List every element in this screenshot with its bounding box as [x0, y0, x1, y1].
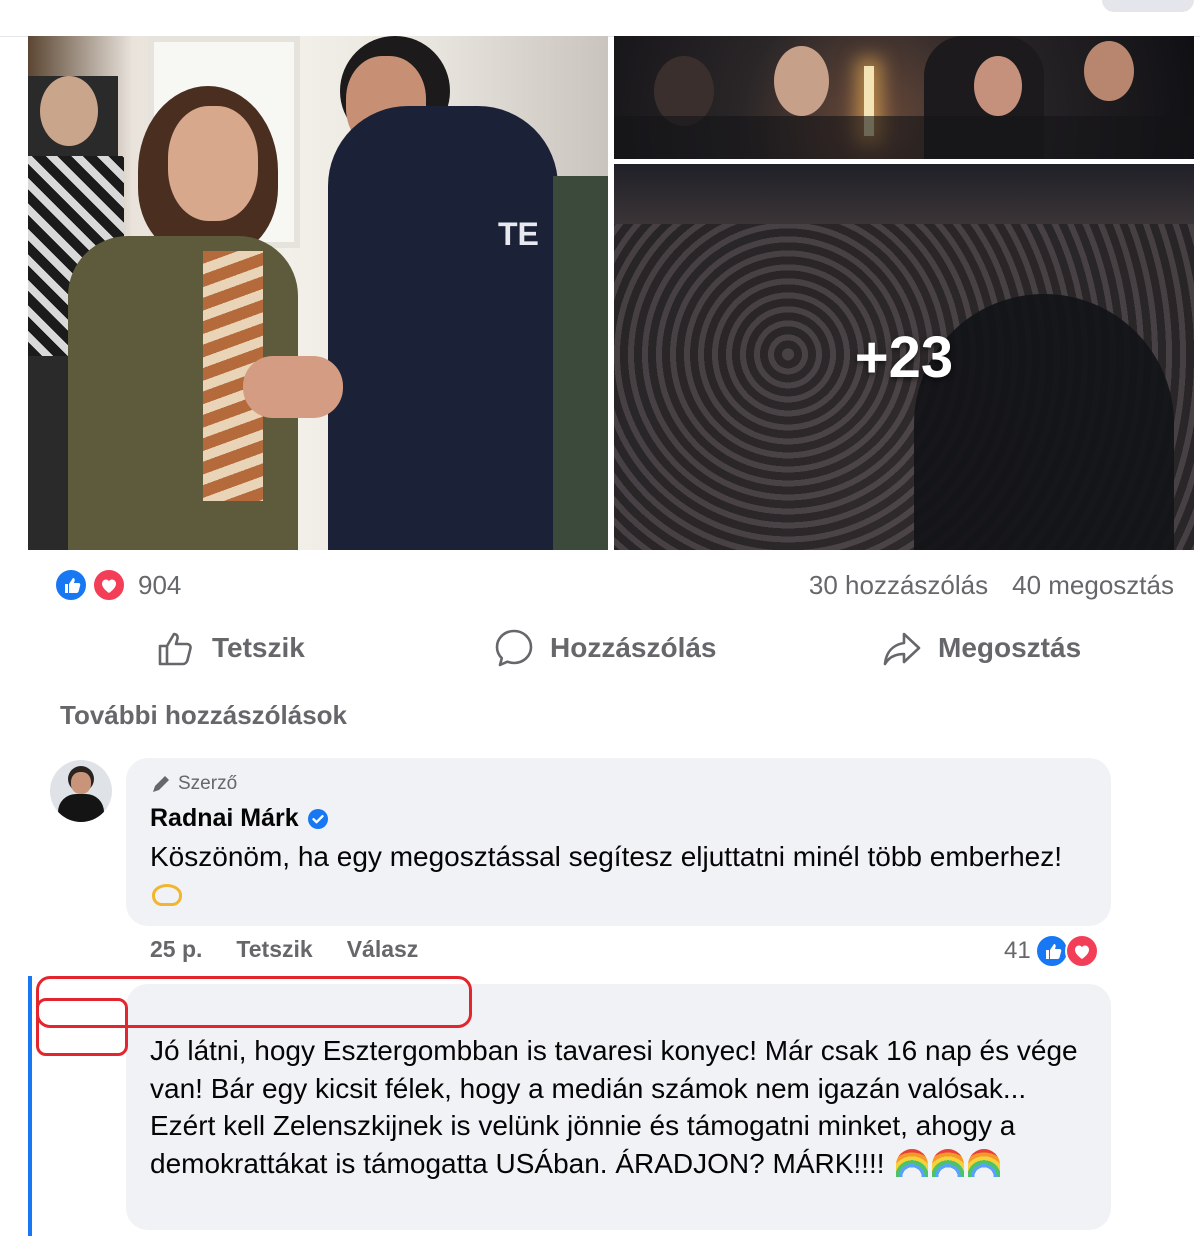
redaction-box-avatar — [36, 998, 128, 1056]
comment-timestamp[interactable]: 25 p. — [150, 936, 202, 963]
comment-author[interactable]: Radnai Márk — [150, 804, 329, 833]
comment-text: Köszönöm, ha egy megosztással segítesz e… — [150, 838, 1080, 914]
more-photos-count[interactable]: +23 — [614, 164, 1194, 550]
post-stats: 904 30 hozzászólás 40 megosztás — [54, 566, 1174, 604]
comment-text: Jó látni, hogy Esztergombban is tavaresi… — [150, 1032, 1090, 1182]
author-badge-label: Szerző — [178, 773, 238, 794]
comments-count[interactable]: 30 hozzászólás — [809, 570, 988, 600]
comment-like-link[interactable]: Tetszik — [236, 936, 312, 963]
comment-share-stats: 30 hozzászólás 40 megosztás — [809, 570, 1174, 601]
comment-reactions[interactable]: 41 — [1004, 932, 1099, 970]
share-button-label: Megosztás — [938, 632, 1082, 663]
like-icon — [1034, 934, 1069, 968]
comment-button[interactable]: Hozzászólás — [492, 620, 717, 676]
rainbow-emoji — [968, 1148, 1001, 1177]
top-pill-button[interactable] — [1102, 0, 1194, 12]
shares-count[interactable]: 40 megosztás — [1012, 570, 1174, 600]
thumbs-up-icon — [158, 632, 192, 666]
photo-night-rally[interactable]: +23 — [614, 164, 1194, 550]
hoodie-logo-text: TE — [498, 216, 539, 252]
comment-text-body: Köszönöm, ha egy megosztással segítesz e… — [150, 841, 1063, 872]
more-comments-link[interactable]: További hozzászólások — [60, 700, 347, 731]
love-icon — [92, 568, 126, 602]
love-icon — [1064, 934, 1099, 968]
comment-author-name[interactable]: Radnai Márk — [150, 804, 299, 833]
reaction-count[interactable]: 904 — [138, 570, 181, 601]
post-actions: Tetszik Hozzászólás Megosztás — [28, 620, 1194, 676]
like-button-label: Tetszik — [212, 632, 305, 663]
photo-candle-crowd[interactable] — [614, 36, 1194, 159]
rainbow-emoji — [932, 1148, 965, 1177]
comment-icon — [495, 629, 533, 667]
heart-hands-emoji — [152, 884, 182, 906]
comment-reply-link[interactable]: Válasz — [347, 936, 419, 963]
highlight-bar — [28, 976, 32, 1236]
verified-badge-icon — [307, 808, 328, 829]
top-strip — [0, 0, 1200, 37]
author-badge: Szerző — [150, 773, 237, 795]
share-button[interactable]: Megosztás — [880, 620, 1081, 676]
pencil-icon — [153, 776, 169, 792]
rainbow-emoji — [896, 1148, 929, 1177]
photo-collage: TE +23 — [28, 36, 1194, 550]
avatar[interactable] — [50, 760, 112, 822]
comment-button-label: Hozzászólás — [550, 632, 717, 663]
comment-bubble: Szerző Radnai Márk Köszönöm, ha egy mego… — [126, 758, 1111, 926]
share-icon — [883, 632, 921, 666]
reaction-icons[interactable] — [54, 568, 128, 602]
like-icon — [54, 568, 88, 602]
like-button[interactable]: Tetszik — [154, 620, 305, 676]
comment-reaction-count: 41 — [1004, 937, 1031, 964]
photo-handshake[interactable]: TE — [28, 36, 608, 550]
comment-meta: 25 p. Tetszik Válasz — [150, 936, 418, 963]
